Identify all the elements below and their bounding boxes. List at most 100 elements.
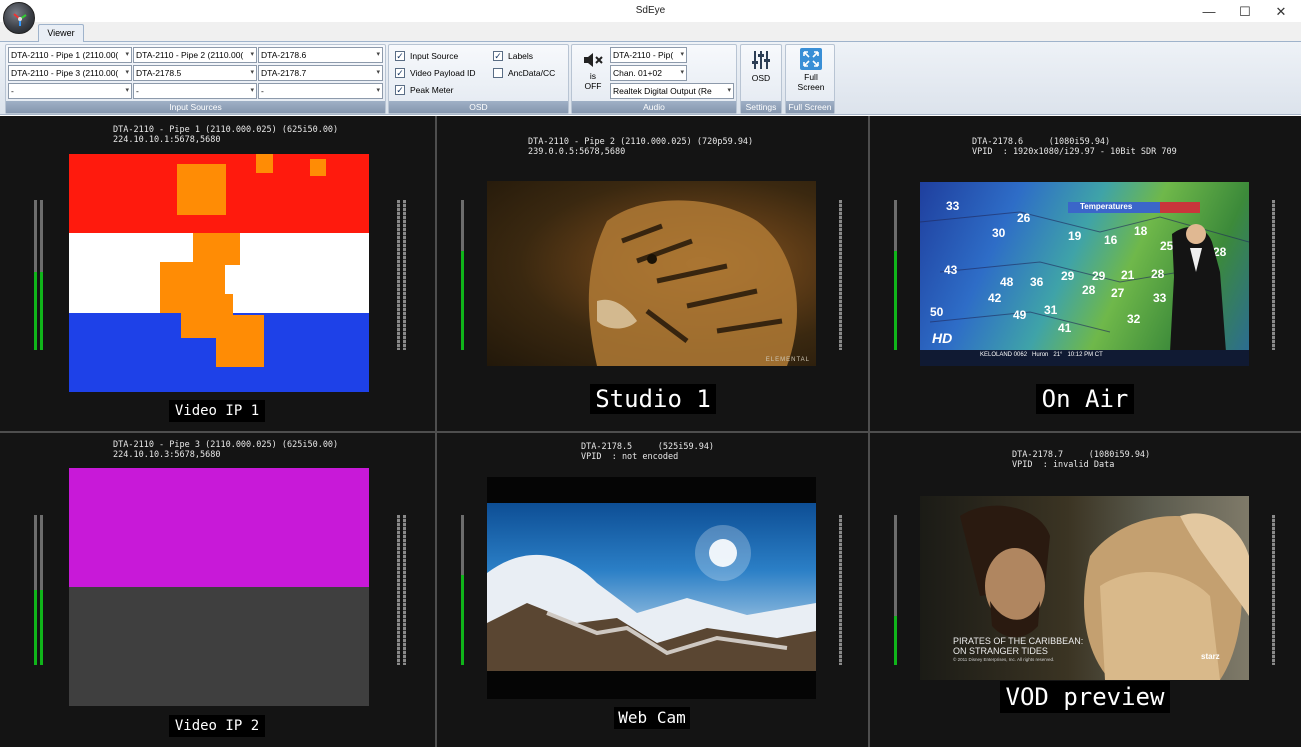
ribbon: DTA-2110 - Pipe 1 (2110.00(▾ DTA-2110 - … [0, 41, 1301, 115]
svg-text:29: 29 [1061, 269, 1075, 283]
ancdata-cc-checkbox[interactable]: AncData/CC [493, 66, 565, 80]
maximize-button[interactable]: ☐ [1227, 2, 1263, 22]
video-tile-3[interactable]: DTA-2178.6 (1080i59.94) VPID : 1920x1080… [870, 116, 1301, 431]
tile-info: DTA-2178.5 (525i59.94) VPID : not encode… [581, 442, 715, 462]
svg-text:33: 33 [1153, 291, 1167, 305]
watermark: ELEMENTAL [765, 357, 810, 363]
input-source-combo-3[interactable]: DTA-2178.6 ▾ [258, 47, 383, 63]
video-tile-1[interactable]: DTA-2110 - Pipe 1 (2110.000.025) (625i50… [0, 116, 435, 431]
title-bar: SdEye — ☐ ✕ [0, 0, 1301, 24]
video-frame-mountain [487, 477, 816, 699]
svg-text:16: 16 [1104, 233, 1118, 247]
tile-label: Video IP 1 [169, 400, 265, 422]
svg-text:43: 43 [944, 263, 958, 277]
full-screen-label: Full Screen [786, 101, 834, 113]
app-logo-icon[interactable] [3, 2, 35, 34]
svg-text:29: 29 [1092, 269, 1106, 283]
video-tile-4[interactable]: DTA-2110 - Pipe 3 (2110.000.025) (625i50… [0, 433, 435, 747]
input-source-combo-7[interactable]: - ▾ [8, 83, 132, 99]
video-frame-movie: PIRATES OF THE CARIBBEAN: ON STRANGER TI… [920, 496, 1249, 680]
input-source-combo-6[interactable]: DTA-2178.7 ▾ [258, 65, 383, 81]
tile-info: DTA-2178.7 (1080i59.94) VPID : invalid D… [1012, 450, 1151, 470]
input-source-combo-9[interactable]: - ▾ [258, 83, 383, 99]
svg-text:31: 31 [1044, 303, 1058, 317]
peak-meter-right [1272, 200, 1275, 350]
tile-info: DTA-2178.6 (1080i59.94) VPID : 1920x1080… [972, 137, 1177, 157]
peak-meter-right [397, 200, 400, 350]
svg-text:50: 50 [930, 305, 944, 319]
weather-hd-badge: HD [932, 330, 953, 346]
tile-label: Studio 1 [590, 384, 716, 414]
svg-text:42: 42 [988, 291, 1002, 305]
full-screen-button[interactable]: Full Screen [789, 48, 833, 98]
tab-viewer[interactable]: Viewer [38, 24, 84, 42]
osd-settings-button[interactable]: OSD [743, 49, 779, 93]
peak-meter-right [839, 200, 842, 350]
svg-text:48: 48 [1000, 275, 1014, 289]
tile-info: DTA-2110 - Pipe 1 (2110.000.025) (625i50… [113, 125, 339, 145]
peak-meter-left [894, 515, 897, 665]
movie-caption-line2: ON STRANGER TIDES [953, 646, 1048, 656]
audio-channel-combo[interactable]: Chan. 01+02 ▾ [610, 65, 687, 81]
svg-text:27: 27 [1111, 286, 1125, 300]
svg-text:28: 28 [1082, 283, 1096, 297]
check-icon: ✓ [395, 51, 405, 61]
close-button[interactable]: ✕ [1263, 2, 1299, 22]
video-frame-weather: 33 26 30 19 16 18 25 43 48 36 29 29 21 28 28 27 33 4… [920, 182, 1249, 366]
minimize-button[interactable]: — [1191, 2, 1227, 22]
peak-meter-right [403, 200, 406, 350]
settings-label: Settings [741, 101, 781, 113]
input-sources-group: DTA-2110 - Pipe 1 (2110.00(▾ DTA-2110 - … [5, 44, 386, 114]
input-source-combo-1[interactable]: DTA-2110 - Pipe 1 (2110.00(▾ [8, 47, 132, 63]
peak-meter-right [403, 515, 406, 665]
input-source-combo-4[interactable]: DTA-2110 - Pipe 3 (2110.00(▾ [8, 65, 132, 81]
peak-meter-left [34, 515, 37, 665]
peak-meter-left [461, 515, 464, 665]
video-grid: DTA-2110 - Pipe 1 (2110.000.025) (625i50… [0, 116, 1301, 747]
video-frame-flag [69, 154, 369, 392]
osd-group: ✓ Input Source ✓ Video Payload ID ✓ Peak Me… [388, 44, 569, 114]
labels-checkbox[interactable]: ✓ Labels [493, 49, 553, 63]
peak-meter-left [40, 515, 43, 665]
input-sources-label: Input Sources [6, 101, 385, 113]
fullscreen-icon [800, 48, 822, 70]
tile-label: VOD preview [1000, 681, 1170, 713]
svg-text:18: 18 [1134, 224, 1148, 238]
video-payload-id-checkbox[interactable]: ✓ Video Payload ID [395, 66, 495, 80]
peak-meter-left [461, 200, 464, 350]
svg-text:21: 21 [1121, 268, 1135, 282]
peak-meter-right [1272, 515, 1275, 665]
video-tile-6[interactable]: DTA-2178.7 (1080i59.94) VPID : invalid D… [870, 433, 1301, 747]
peak-meter-checkbox[interactable]: ✓ Peak Meter [395, 83, 485, 97]
tile-info: DTA-2110 - Pipe 2 (2110.000.025) (720p59… [528, 137, 754, 157]
audio-group: is OFF DTA-2110 - Pip(▾ Chan. 01+02 ▾ Rea… [571, 44, 737, 114]
svg-text:33: 33 [946, 199, 960, 213]
svg-text:41: 41 [1058, 321, 1072, 335]
osd-label: OSD [389, 101, 568, 113]
audio-label: Audio [572, 101, 736, 113]
input-source-checkbox[interactable]: ✓ Input Source [395, 49, 485, 63]
tile-label: Video IP 2 [169, 715, 265, 737]
check-icon: ✓ [493, 51, 503, 61]
movie-caption-line1: PIRATES OF THE CARIBBEAN: [953, 636, 1084, 646]
audio-output-combo[interactable]: Realtek Digital Output (Re ▾ [610, 83, 734, 99]
full-screen-group: Full Screen Full Screen [785, 44, 835, 114]
input-source-combo-8[interactable]: - ▾ [133, 83, 257, 99]
video-tile-2[interactable]: DTA-2110 - Pipe 2 (2110.000.025) (720p59… [437, 116, 868, 431]
svg-text:32: 32 [1127, 312, 1141, 326]
svg-text:30: 30 [992, 226, 1006, 240]
check-icon: ✓ [395, 68, 405, 78]
svg-text:19: 19 [1068, 229, 1082, 243]
audio-source-combo[interactable]: DTA-2110 - Pip(▾ [610, 47, 687, 63]
movie-copyright: © 2011 Disney Enterprises, Inc. All righ… [953, 657, 1055, 662]
svg-text:26: 26 [1017, 211, 1031, 225]
check-icon: ✓ [395, 85, 405, 95]
input-source-combo-2[interactable]: DTA-2110 - Pipe 2 (2110.00(▾ [133, 47, 257, 63]
window-title: SdEye [635, 5, 666, 16]
weather-title: Temperatures [1080, 202, 1133, 211]
mute-button[interactable]: is OFF [576, 51, 610, 95]
settings-group: OSD Settings [740, 44, 782, 114]
input-source-combo-5[interactable]: DTA-2178.5 ▾ [133, 65, 257, 81]
video-frame-tiger: ELEMENTAL [487, 181, 816, 366]
video-tile-5[interactable]: DTA-2178.5 (525i59.94) VPID : not encode… [437, 433, 868, 747]
